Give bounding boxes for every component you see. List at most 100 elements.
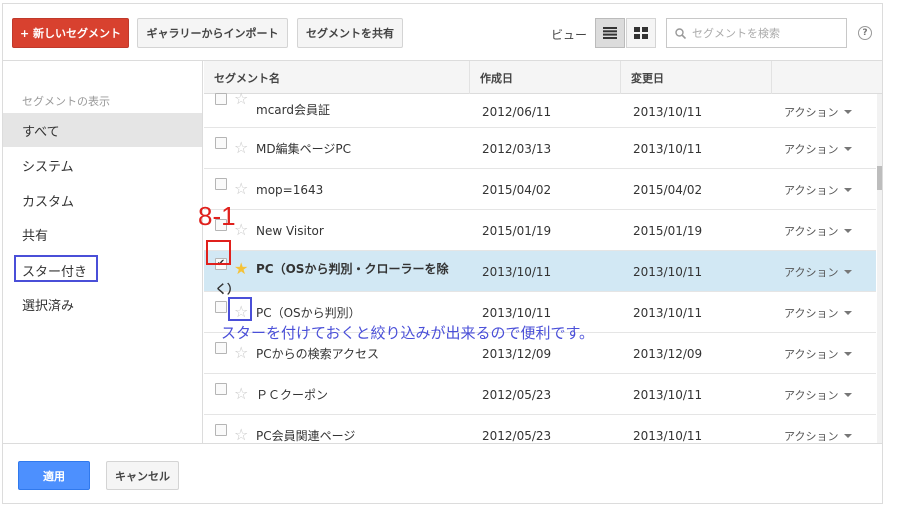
action-menu[interactable]: アクション — [784, 333, 853, 374]
segment-filter-sidebar: セグメントの表示 すべて システム カスタム 共有 スター付き 選択済み — [3, 61, 203, 443]
chevron-down-icon — [844, 310, 853, 315]
import-gallery-button[interactable]: ギャラリーからインポート — [137, 18, 288, 48]
star-highlight — [228, 297, 252, 321]
star-icon[interactable]: ☆ — [234, 220, 248, 240]
row-checkbox[interactable] — [215, 383, 227, 395]
annotation-note: スターを付けておくと絞り込みが出来るので便利です。 — [221, 324, 595, 342]
created-date: 2013/10/11 — [482, 264, 552, 279]
table-row[interactable]: ☆ PC会員関連ページ 2012/05/23 2013/10/11 アクション — [204, 415, 876, 443]
modified-date: 2013/10/11 — [633, 264, 703, 279]
modified-date: 2015/01/19 — [633, 223, 703, 238]
modified-date: 2013/10/11 — [633, 141, 703, 156]
segment-table: セグメント名 作成日 変更日 ☆ mcard会員証 2012/06/11 201… — [204, 61, 882, 443]
starred-filter-highlight — [14, 255, 98, 282]
sidebar-heading: セグメントの表示 — [22, 95, 110, 108]
share-segment-button[interactable]: セグメントを共有 — [297, 18, 403, 48]
created-date: 2012/03/13 — [482, 141, 552, 156]
action-label: アクション — [784, 105, 839, 119]
grid-view-icon — [634, 27, 648, 39]
view-label: ビュー — [551, 28, 588, 42]
table-row-selected[interactable]: ✔ ★ PC（OSから判別・クローラーを除く） 2013/10/11 2013/… — [204, 251, 876, 296]
dialog-footer: 適用 キャンセル — [3, 443, 882, 503]
modified-date: 2015/04/02 — [633, 182, 703, 197]
table-row[interactable]: ☆ mop=1643 2015/04/02 2015/04/02 アクション — [204, 169, 876, 210]
action-label: アクション — [784, 265, 839, 279]
chevron-down-icon — [844, 433, 853, 438]
action-menu[interactable]: アクション — [784, 169, 853, 210]
modified-date: 2013/10/11 — [633, 428, 703, 443]
action-label: アクション — [784, 388, 839, 402]
row-checkbox[interactable] — [215, 137, 227, 149]
action-menu[interactable]: アクション — [784, 374, 853, 415]
segment-name[interactable]: ＰＣクーポン — [256, 385, 466, 405]
star-icon[interactable]: ☆ — [234, 425, 248, 443]
action-menu[interactable]: アクション — [784, 292, 853, 333]
chevron-down-icon — [844, 146, 853, 151]
star-icon[interactable]: ☆ — [234, 179, 248, 199]
row-checkbox[interactable] — [215, 178, 227, 190]
action-menu[interactable]: アクション — [784, 128, 853, 169]
modified-date: 2013/10/11 — [633, 387, 703, 402]
help-icon[interactable]: ? — [858, 26, 872, 40]
list-view-button[interactable] — [595, 18, 625, 48]
chevron-down-icon — [844, 351, 853, 356]
segment-name[interactable]: mcard会員証 — [256, 100, 466, 120]
apply-button[interactable]: 適用 — [18, 461, 90, 490]
segment-name[interactable]: PCからの検索アクセス — [256, 344, 466, 364]
chevron-down-icon — [844, 269, 853, 274]
segment-name[interactable]: mop=1643 — [256, 180, 466, 200]
sidebar-item-all[interactable]: すべて — [3, 113, 202, 147]
table-row[interactable]: ☆ mcard会員証 2012/06/11 2013/10/11 アクション — [204, 87, 876, 128]
table-scrollbar[interactable] — [877, 94, 882, 443]
modified-date: 2013/10/11 — [633, 305, 703, 320]
action-menu[interactable]: アクション — [784, 91, 853, 132]
toolbar: + 新しいセグメント ギャラリーからインポート セグメントを共有 ビュー セグメ… — [3, 4, 882, 61]
sidebar-item-selected[interactable]: 選択済み — [3, 287, 202, 321]
chevron-down-icon — [844, 187, 853, 192]
action-menu[interactable]: アクション — [784, 415, 853, 443]
row-checkbox[interactable] — [215, 342, 227, 354]
sidebar-item-system[interactable]: システム — [3, 148, 202, 182]
grid-view-button[interactable] — [626, 18, 656, 48]
segment-name[interactable]: PC（OSから判別） — [256, 303, 466, 323]
star-icon[interactable]: ☆ — [234, 89, 248, 109]
segment-name[interactable]: PC会員関連ページ — [256, 426, 466, 443]
action-label: アクション — [784, 429, 839, 443]
row-checkbox[interactable] — [215, 424, 227, 436]
row-checkbox[interactable] — [215, 93, 227, 105]
action-label: アクション — [784, 306, 839, 320]
created-date: 2012/05/23 — [482, 428, 552, 443]
segment-name[interactable]: New Visitor — [256, 221, 466, 241]
table-row[interactable]: ☆ ＰＣクーポン 2012/05/23 2013/10/11 アクション — [204, 374, 876, 415]
action-menu[interactable]: アクション — [784, 251, 853, 292]
action-label: アクション — [784, 142, 839, 156]
chevron-down-icon — [844, 392, 853, 397]
cancel-button[interactable]: キャンセル — [106, 461, 179, 490]
table-row[interactable]: ☆ MD編集ページPC 2012/03/13 2013/10/11 アクション — [204, 128, 876, 169]
modified-date: 2013/12/09 — [633, 346, 703, 361]
row-checkbox[interactable] — [215, 301, 227, 313]
star-icon[interactable]: ☆ — [234, 343, 248, 363]
chevron-down-icon — [844, 228, 853, 233]
sidebar-item-shared[interactable]: 共有 — [3, 217, 202, 251]
table-row[interactable]: ☆ New Visitor 2015/01/19 2015/01/19 アクショ… — [204, 210, 876, 251]
search-placeholder: セグメントを検索 — [692, 27, 780, 40]
search-icon — [675, 27, 686, 39]
chevron-down-icon — [844, 109, 853, 114]
modified-date: 2013/10/11 — [633, 104, 703, 119]
action-label: アクション — [784, 347, 839, 361]
star-icon[interactable]: ☆ — [234, 138, 248, 158]
step-label: 8-1 — [198, 201, 236, 231]
action-label: アクション — [784, 224, 839, 238]
segment-panel: + 新しいセグメント ギャラリーからインポート セグメントを共有 ビュー セグメ… — [2, 3, 883, 504]
star-icon[interactable]: ☆ — [234, 384, 248, 404]
segment-name[interactable]: MD編集ページPC — [256, 139, 466, 159]
created-date: 2015/01/19 — [482, 223, 552, 238]
created-date: 2012/06/11 — [482, 104, 552, 119]
scrollbar-thumb[interactable] — [877, 166, 882, 190]
action-menu[interactable]: アクション — [784, 210, 853, 251]
segment-search-input[interactable]: セグメントを検索 — [666, 18, 847, 48]
action-label: アクション — [784, 183, 839, 197]
new-segment-button[interactable]: + 新しいセグメント — [12, 18, 129, 48]
sidebar-item-custom[interactable]: カスタム — [3, 183, 202, 217]
